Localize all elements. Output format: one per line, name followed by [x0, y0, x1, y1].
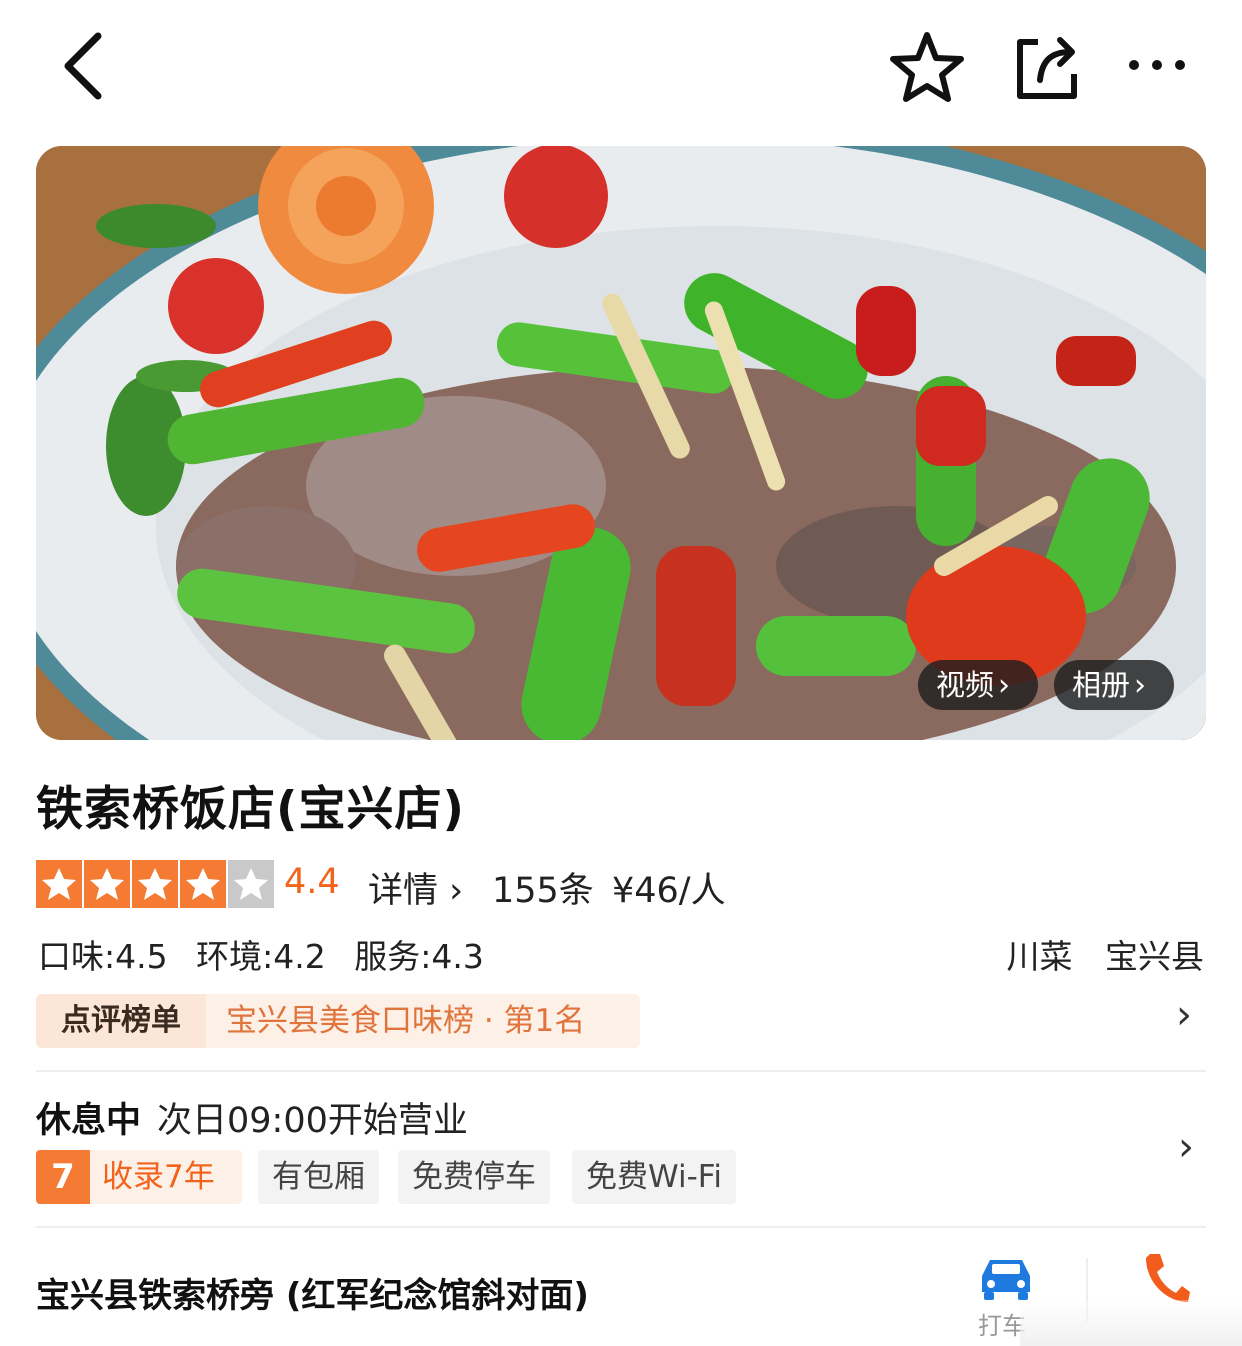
star-filled-icon [132, 860, 178, 908]
environment-score: 环境:4.2 [196, 937, 326, 976]
favorite-button[interactable] [888, 30, 966, 104]
bottom-fade-overlay [1020, 1300, 1242, 1346]
video-button[interactable]: 视频 › [918, 660, 1038, 710]
star-filled-icon [36, 860, 82, 908]
shop-address[interactable]: 宝兴县铁索桥旁 (红军纪念馆斜对面) [36, 1268, 589, 1317]
album-button-label: 相册 [1072, 668, 1131, 702]
divider [36, 1226, 1206, 1228]
chevron-left-icon [64, 32, 102, 100]
hero-photo[interactable] [36, 146, 1206, 740]
video-button-label: 视频 [936, 668, 995, 702]
business-hours[interactable]: 休息中 次日09:00开始营业 [36, 1092, 468, 1143]
more-button[interactable] [1124, 50, 1190, 80]
taste-score: 口味:4.5 [38, 937, 168, 976]
feature-tag: 有包厢 [258, 1150, 379, 1204]
taxi-label: 打车 [978, 1312, 1026, 1340]
star-empty-icon [228, 860, 274, 908]
open-status: 休息中 [36, 1101, 142, 1141]
review-count[interactable]: 155条 [492, 862, 594, 913]
phone-button[interactable] [1140, 1250, 1192, 1306]
chevron-right-icon: › [998, 668, 1011, 703]
price-per-person: ¥46/人 [612, 871, 726, 911]
share-icon [1017, 37, 1077, 99]
phone-icon [1146, 1254, 1190, 1302]
rating-score: 4.4 [284, 862, 340, 902]
ranking-text: 宝兴县美食口味榜 · 第1名 [206, 994, 640, 1048]
chevron-right-icon[interactable]: › [1178, 1124, 1194, 1170]
feature-tag: 免费Wi-Fi [572, 1150, 736, 1204]
cuisine-tag[interactable]: 川菜 [1007, 937, 1073, 976]
album-button[interactable]: 相册 › [1054, 660, 1174, 710]
star-outline-icon [890, 32, 964, 102]
more-horizontal-icon [1129, 60, 1185, 70]
years-number: 7 [36, 1150, 90, 1204]
star-filled-icon [84, 860, 130, 908]
years-label: 收录7年 [102, 1159, 215, 1195]
years-listed-badge: 7 收录7年 [36, 1150, 242, 1204]
ranking-banner[interactable]: 点评榜单 宝兴县美食口味榜 · 第1名 › [36, 992, 1206, 1048]
chevron-right-icon: › [1176, 992, 1192, 1038]
top-nav-bar [0, 0, 1242, 130]
feature-tag: 免费停车 [398, 1150, 550, 1204]
feature-tags[interactable]: 7 收录7年 有包厢 免费停车 免费Wi-Fi [36, 1150, 1206, 1204]
sub-scores: 口味:4.5 环境:4.2 服务:4.3 [38, 930, 502, 978]
back-button[interactable] [52, 28, 116, 104]
region-tag[interactable]: 宝兴县 [1105, 937, 1204, 976]
ranking-badge: 点评榜单 [36, 994, 206, 1048]
rating-detail-label: 详情 [368, 871, 439, 911]
rating-row: 4.4 详情 › 155条 ¥46/人 [36, 860, 1206, 911]
divider [36, 1070, 1206, 1072]
category-tags: 川菜 宝兴县 [985, 930, 1205, 978]
rating-detail-link[interactable]: 详情 › [368, 862, 463, 913]
next-open-time: 次日09:00开始营业 [157, 1101, 468, 1141]
service-score: 服务:4.3 [354, 937, 484, 976]
shop-title: 铁索桥饭店(宝兴店) [36, 782, 465, 837]
star-filled-icon [180, 860, 226, 908]
car-icon [982, 1260, 1030, 1300]
chevron-right-icon: › [438, 871, 464, 911]
share-button[interactable] [1012, 34, 1082, 102]
chevron-right-icon: › [1134, 668, 1147, 703]
dish-photo [36, 146, 1206, 740]
